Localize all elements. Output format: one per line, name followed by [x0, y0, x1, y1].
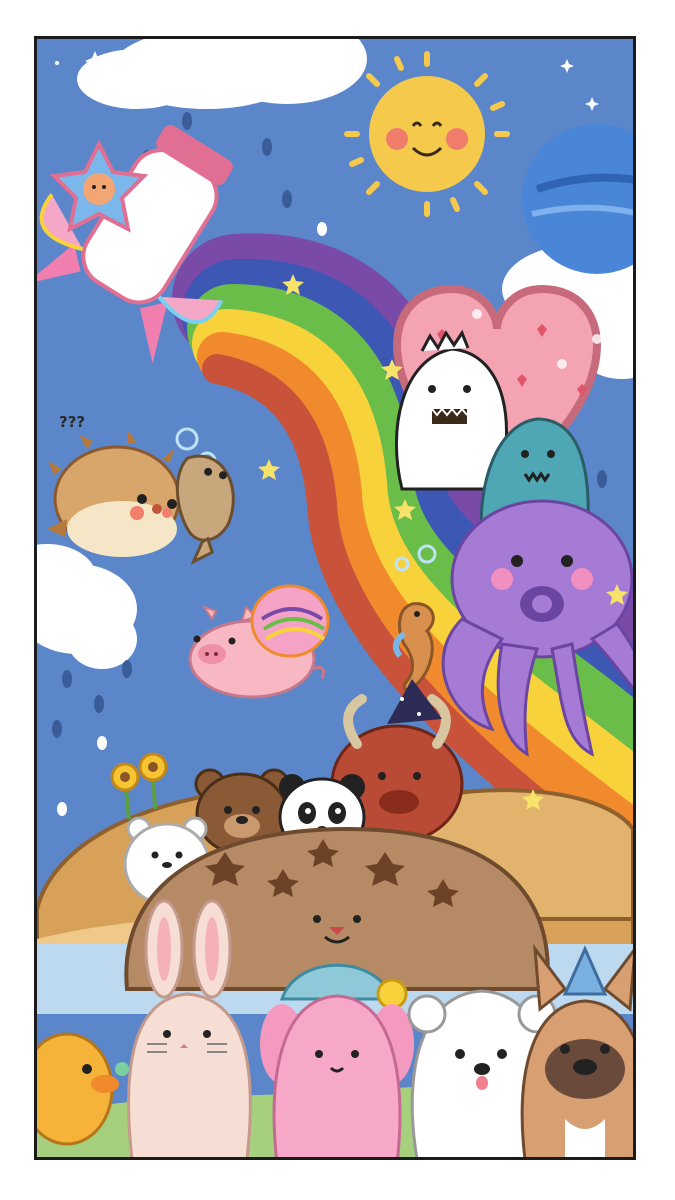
- illustration-scene: ???: [37, 39, 633, 1157]
- puffer-question-marks: ???: [59, 413, 85, 431]
- pink-puppy: [260, 963, 414, 1157]
- sun: [344, 51, 510, 217]
- french-bulldog: [520, 943, 633, 1157]
- illustration-frame: ???: [34, 36, 636, 1160]
- pig-wing: [250, 584, 330, 658]
